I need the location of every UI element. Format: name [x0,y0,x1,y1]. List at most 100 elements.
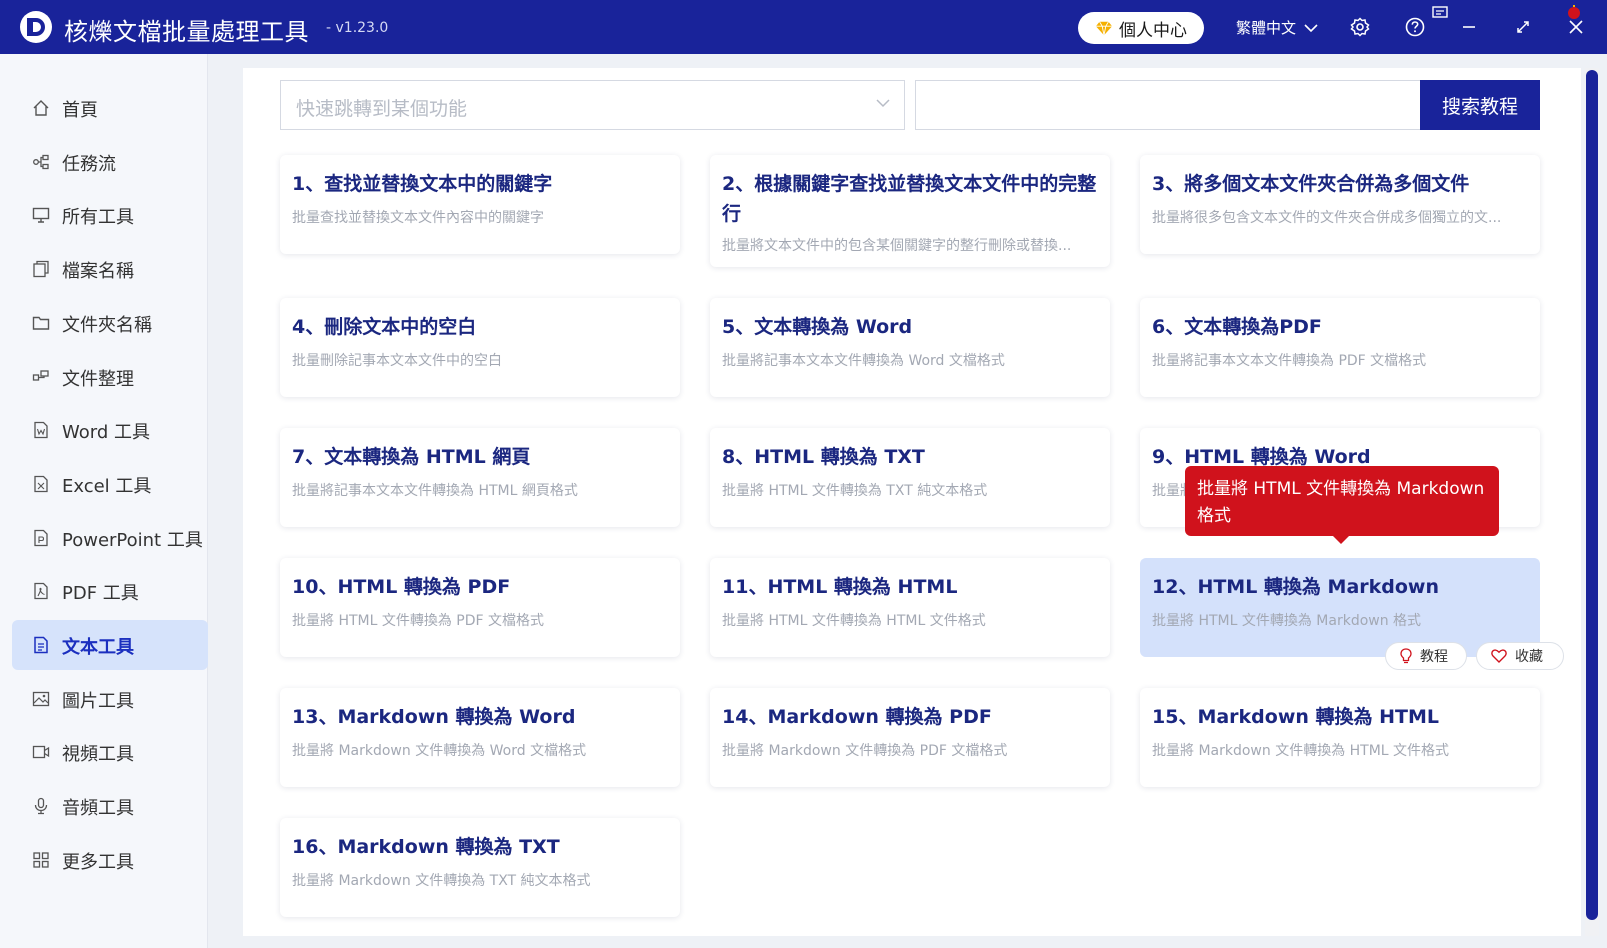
sidebar: 首頁任務流 所有工具檔案名稱文件夾名稱文件整理 Word 工具 Excel 工具 Pow… [0,54,208,948]
tool-card-title: 8、HTML 轉換為 TXT [722,446,925,468]
quick-jump-select[interactable]: 快速跳轉到某個功能 [280,80,905,130]
microphone-icon [34,797,48,815]
sidebar-item-2[interactable]: 所有工具 [12,190,208,240]
sidebar-item-7[interactable]: Excel 工具 [12,459,208,509]
tool-card-desc: 批量將記事本文本文件轉換為 PDF 文檔格式 [1152,353,1427,369]
language-select[interactable]: 繁體中文 [1236,17,1318,38]
tool-card[interactable]: 15、Markdown 轉換為 HTML 批量將 Markdown 文件轉換為 H… [1140,688,1540,787]
sidebar-item-12[interactable]: 視頻工具 [12,727,208,777]
search-input[interactable] [916,81,1420,129]
pdf-file-icon [34,583,48,600]
sidebar-item-1[interactable]: 任務流 [12,137,208,187]
tool-card[interactable]: 4、刪除文本中的空白 批量刪除記事本文本文件中的空白 [280,298,680,397]
quick-jump-placeholder: 快速跳轉到某個功能 [296,98,468,120]
scrollbar-thumb[interactable] [1586,70,1598,920]
tool-card[interactable]: 3、將多個文本文件夾合併為多個文件批量將很多包含文本文件的文件夾合併成多個獨立的… [1140,155,1540,254]
sidebar-item-4[interactable]: 文件夾名稱 [12,298,208,348]
app-title: 核爍文檔批量處理工具 [64,18,309,46]
tool-card-desc: 批量將 Markdown 文件轉換為 TXT 純文本格式 [292,873,591,889]
sidebar-item-label: Word 工具 [62,422,150,444]
title-bar: 核爍文檔批量處理工具 - v1.23.0 個人中心 繁體中文 [0,0,1607,54]
sidebar-item-3[interactable]: 檔案名稱 [12,244,208,294]
tool-card-title: 5、文本轉換為 Word [722,316,913,338]
tool-card-title: 4、刪除文本中的空白 [292,316,477,338]
sidebar-item-label: Excel 工具 [62,475,152,497]
tool-card-title: 7、文本轉換為 HTML 網頁 [292,446,531,468]
tool-card-desc: 批量將 Markdown 文件轉換為 Word 文檔格式 [292,743,587,759]
sidebar-item-5[interactable]: 文件整理 [12,352,208,402]
tool-card[interactable]: 8、HTML 轉換為 TXT 批量將 HTML 文件轉換為 TXT 純文本格式 [710,428,1110,527]
tool-card[interactable]: 1、查找並替換文本中的關鍵字 批量查找並替換文本文件內容中的關鍵字 [280,155,680,254]
sidebar-item-label: 更多工具 [62,851,134,873]
tool-card-title: 13、Markdown 轉換為 Word [292,706,576,728]
personal-center-button[interactable]: 個人中心 [1078,12,1204,44]
sidebar-item-6[interactable]: Word 工具 [12,405,208,455]
tool-card-desc: 批量將很多包含文本文件的文件夾合併成多個獨立的文... [1152,210,1502,226]
sidebar-item-label: 首頁 [62,100,98,121]
tool-card[interactable]: 5、文本轉換為 Word 批量將記事本文本文件轉換為 Word 文檔格式 [710,298,1110,397]
tool-card[interactable]: 7、文本轉換為 HTML 網頁批量將記事本文本文件轉換為 HTML 網頁格式 [280,428,680,527]
sidebar-item-14[interactable]: 更多工具 [12,835,208,885]
tool-card[interactable]: 13、Markdown 轉換為 Word 批量將 Markdown 文件轉換為 W… [280,688,680,787]
sidebar-item-label: 音頻工具 [62,798,134,820]
sidebar-item-label: 文件夾名稱 [62,314,152,336]
sidebar-item-11[interactable]: 圖片工具 [12,674,208,724]
sidebar-item-9[interactable]: PDF 工具 [12,566,208,616]
tool-card-desc: 批量將 Markdown 文件轉換為 HTML 文件格式 [1152,743,1450,759]
tool-card[interactable]: 10、HTML 轉換為 PDF 批量將 HTML 文件轉換為 PDF 文檔格式 [280,558,680,657]
tool-card-title: 3、將多個文本文件夾合併為多個文件 [1152,173,1470,195]
sidebar-item-0[interactable]: 首頁 [12,83,208,133]
tool-card-desc: 批量將記事本文本文件轉換為 HTML 網頁格式 [292,483,578,499]
sidebar-item-label: 圖片工具 [62,690,134,712]
tool-card-title: 15、Markdown 轉換為 HTML [1152,706,1440,728]
heart-icon [1491,649,1507,663]
close-icon[interactable] [1564,15,1588,39]
tool-card[interactable]: 6、文本轉換為PDF 批量將記事本文本文件轉換為 PDF 文檔格式 [1140,298,1540,397]
sidebar-item-label: 文件整理 [62,368,134,390]
tool-card-desc: 批量將 Markdown 文件轉換為 PDF 文檔格式 [722,743,1008,759]
tool-card[interactable]: 16、Markdown 轉換為 TXT 批量將 Markdown 文件轉換為 TX… [280,818,680,917]
home-icon [33,100,49,116]
app-version: - v1.23.0 [326,20,389,36]
tool-card[interactable]: 14、Markdown 轉換為 PDF 批量將 Markdown 文件轉換為 PD… [710,688,1110,787]
tool-card-title: 14、Markdown 轉換為 PDF [722,706,992,728]
personal-center-label: 個人中心 [1119,20,1187,41]
tool-card-desc: 批量查找並替換文本文件內容中的關鍵字 [292,210,544,226]
image-icon [32,691,50,706]
message-icon[interactable] [1430,4,1450,20]
sidebar-item-13[interactable]: 音頻工具 [12,781,208,831]
help-icon[interactable] [1403,15,1427,39]
chevron-down-icon [876,99,890,108]
sidebar-item-10[interactable]: 文本工具 [12,620,208,670]
video-icon [32,746,50,759]
sidebar-item-label: 檔案名稱 [62,261,134,283]
sidebar-item-8[interactable]: PowerPoint 工具 [12,513,208,563]
settings-icon[interactable] [1348,15,1372,39]
tutorial-button[interactable]: 教程 [1385,642,1467,670]
tool-card-desc: 批量將文本文件中的包含某個關鍵字的整行刪除或替換... [722,238,1072,254]
tool-card-title: 12、HTML 轉換為 Markdown [1152,576,1440,598]
card-tooltip: 批量將 HTML 文件轉換為 Markdown 格式 [1185,466,1499,536]
ppt-file-icon [34,529,48,546]
favorite-button[interactable]: 收藏 [1476,642,1564,670]
tool-card-desc: 批量將 HTML 文件轉換為 Markdown 格式 [1152,613,1422,629]
monitor-icon [32,208,50,224]
sidebar-item-label: PDF 工具 [62,583,139,605]
favorite-label: 收藏 [1515,649,1543,665]
tool-card[interactable]: 11、HTML 轉換為 HTML 批量將 HTML 文件轉換為 HTML 文件格式 [710,558,1110,657]
chevron-down-icon [1304,23,1318,32]
tool-card-desc: 批量將 HTML 文件轉換為 HTML 文件格式 [722,613,986,629]
tool-card[interactable]: 12、HTML 轉換為 Markdown 批量將 HTML 文件轉換為 Markd… [1140,558,1540,657]
tool-card-desc: 批量將記事本文本文件轉換為 Word 文檔格式 [722,353,1005,369]
tool-card-title: 16、Markdown 轉換為 TXT [292,836,560,858]
tool-card-title: 2、根據關鍵字查找並替換文本文件中的完整行 [722,173,1097,225]
grid-icon [33,852,49,868]
tooltip-arrow [1332,535,1350,544]
search-field[interactable] [915,80,1420,130]
minimize-icon[interactable] [1457,15,1481,39]
tool-card[interactable]: 2、根據關鍵字查找並替換文本文件中的完整行批量將文本文件中的包含某個關鍵字的整行… [710,155,1110,267]
tutorial-label: 教程 [1420,649,1448,665]
maximize-icon[interactable] [1511,15,1535,39]
search-tutorial-button[interactable]: 搜索教程 [1420,80,1540,130]
sidebar-item-label: 文本工具 [62,637,134,658]
